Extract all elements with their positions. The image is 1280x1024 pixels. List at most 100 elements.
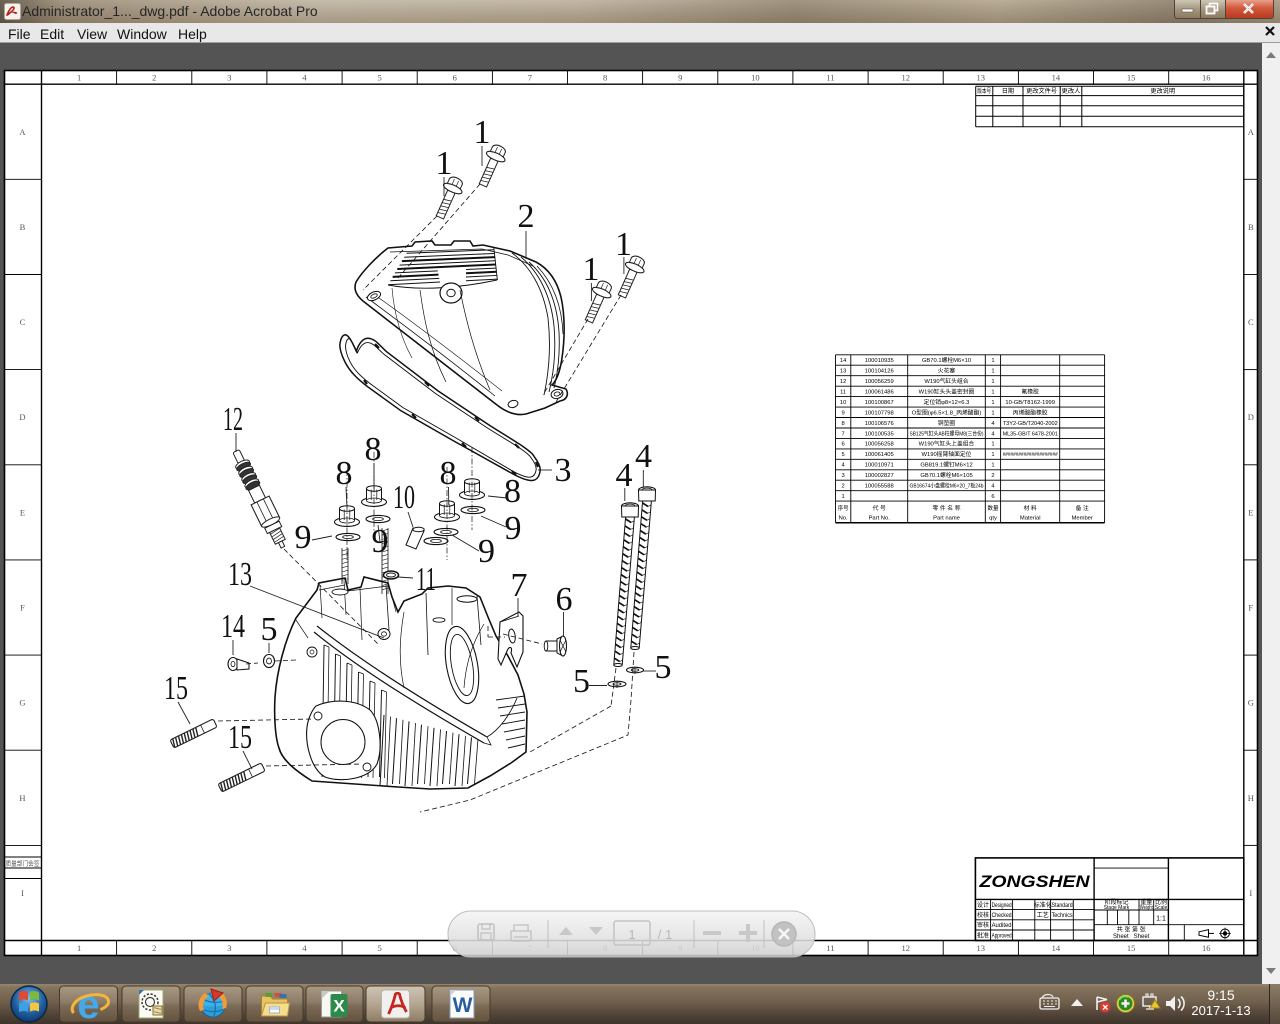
svg-text:11: 11 (826, 943, 834, 953)
svg-text:D: D (19, 412, 25, 422)
svg-text:定位销φ8×12×6.3: 定位销φ8×12×6.3 (924, 398, 970, 406)
svg-text:更改说明: 更改说明 (1150, 87, 1175, 95)
svg-text:1: 1 (991, 442, 994, 448)
svg-text:15: 15 (1127, 943, 1136, 953)
svg-text:6: 6 (453, 73, 457, 83)
svg-text:13: 13 (228, 556, 252, 593)
svg-text:2: 2 (991, 473, 994, 479)
svg-text:5: 5 (841, 452, 844, 458)
svg-text:1: 1 (436, 145, 453, 182)
svg-text:1: 1 (991, 400, 994, 406)
svg-text:1: 1 (991, 358, 994, 364)
svg-text:14: 14 (221, 608, 245, 645)
svg-text:更改人: 更改人 (1062, 87, 1081, 95)
svg-text:批准: 批准 (977, 932, 989, 940)
svg-text:5: 5 (573, 663, 590, 700)
svg-text:8: 8 (336, 455, 353, 492)
svg-text:10: 10 (393, 479, 415, 516)
svg-text:1: 1 (991, 410, 994, 416)
svg-text:#####################: ##################### (1003, 452, 1059, 458)
svg-text:No.: No. (839, 516, 848, 522)
svg-text:10: 10 (840, 400, 846, 406)
svg-text:Part name: Part name (933, 516, 960, 522)
svg-text:11: 11 (416, 561, 436, 598)
svg-text:Part No.: Part No. (869, 516, 891, 522)
svg-text:15: 15 (164, 670, 188, 707)
svg-text:5: 5 (377, 73, 381, 83)
svg-text:8: 8 (365, 431, 382, 468)
svg-text:5: 5 (261, 611, 278, 648)
svg-text:Scale: Scale (1155, 905, 1168, 911)
svg-text:1: 1 (77, 943, 81, 953)
svg-text:W190摇臂轴面定位: W190摇臂轴面定位 (922, 450, 972, 458)
svg-text:B: B (1248, 222, 1254, 232)
svg-text:4: 4 (635, 438, 652, 475)
svg-text:1: 1 (991, 379, 994, 385)
svg-text:SB125气缸头AB柱螺母M8(三台份): SB125气缸头AB柱螺母M8(三台份) (910, 429, 984, 437)
svg-text:T3Y2-GB/T2040-2002: T3Y2-GB/T2040-2002 (1003, 421, 1058, 427)
svg-text:16: 16 (1202, 73, 1211, 83)
svg-text:W190缸头头盖密封圈: W190缸头头盖密封圈 (919, 388, 975, 396)
svg-text:12: 12 (901, 943, 910, 953)
svg-text:ML35-GB/T 6478-2001: ML35-GB/T 6478-2001 (1003, 431, 1058, 437)
svg-text:/ 1: / 1 (658, 927, 672, 942)
svg-text:材 料: 材 料 (1024, 504, 1037, 512)
svg-text:Standard: Standard (1052, 903, 1073, 909)
svg-text:I: I (1249, 888, 1252, 898)
svg-text:1: 1 (77, 73, 81, 83)
svg-text:ZONGSHEN: ZONGSHEN (978, 872, 1090, 891)
svg-text:100056258: 100056258 (865, 442, 894, 448)
svg-text:E: E (20, 507, 25, 517)
svg-text:14: 14 (840, 358, 847, 364)
svg-text:100107798: 100107798 (865, 410, 894, 416)
svg-text:代 号: 代 号 (873, 504, 886, 512)
svg-text:7: 7 (528, 73, 532, 83)
svg-text:2: 2 (152, 943, 156, 953)
svg-text:6: 6 (556, 581, 573, 618)
svg-text:GB70.1螺栓M6×105: GB70.1螺栓M6×105 (920, 471, 972, 479)
svg-text:1: 1 (628, 927, 635, 942)
svg-text:7: 7 (511, 567, 528, 604)
svg-text:12: 12 (901, 73, 910, 83)
svg-text:GB70.1螺栓M6×10: GB70.1螺栓M6×10 (922, 356, 971, 364)
svg-text:100061486: 100061486 (865, 390, 894, 396)
svg-text:2: 2 (152, 73, 156, 83)
svg-text:Stage Mark: Stage Mark (1104, 905, 1130, 911)
svg-text:零 件 名 称: 零 件 名 称 (932, 504, 960, 512)
svg-text:C: C (1248, 317, 1254, 327)
svg-text:1: 1 (991, 463, 994, 469)
svg-text:e: e (77, 984, 99, 1024)
svg-text:D: D (1248, 412, 1254, 422)
svg-text:8: 8 (841, 421, 844, 427)
svg-text:1:1: 1:1 (1156, 916, 1166, 923)
svg-text:序号: 序号 (838, 504, 849, 512)
svg-text:共 张 第 张: 共 张 第 张 (1117, 926, 1146, 934)
svg-text:1: 1 (841, 494, 844, 500)
svg-text:9: 9 (678, 73, 682, 83)
svg-text:3: 3 (227, 73, 231, 83)
svg-text:校核: 校核 (977, 911, 989, 919)
svg-text:12: 12 (840, 379, 846, 385)
svg-text:审核: 审核 (977, 921, 989, 929)
svg-text:3: 3 (841, 473, 844, 479)
svg-text:W190气缸头组合: W190气缸头组合 (924, 377, 968, 385)
svg-text:GB16674小盘螺栓M6×20_7板24b: GB16674小盘螺栓M6×20_7板24b (910, 482, 984, 490)
svg-text:13: 13 (840, 369, 846, 375)
svg-text:2: 2 (841, 484, 844, 490)
svg-text:15: 15 (228, 719, 252, 756)
svg-text:6: 6 (841, 442, 844, 448)
svg-text:H: H (19, 793, 25, 803)
svg-text:Approved: Approved (992, 934, 1012, 940)
svg-text:Audited: Audited (992, 923, 1012, 929)
svg-text:A: A (19, 127, 26, 137)
svg-text:火花塞: 火花塞 (938, 367, 956, 375)
svg-text:Member: Member (1072, 516, 1093, 522)
svg-text:GB819.1螺钉M6×12: GB819.1螺钉M6×12 (920, 461, 972, 469)
svg-text:15: 15 (1127, 73, 1136, 83)
svg-text:100002827: 100002827 (865, 473, 894, 479)
svg-text:日期: 日期 (1002, 87, 1014, 95)
svg-text:100106576: 100106576 (865, 421, 894, 427)
svg-text:铜垫圈: 铜垫圈 (938, 419, 956, 427)
svg-text:氟橡胶: 氟橡胶 (1021, 388, 1039, 396)
svg-text:Sheet Sheet: Sheet Sheet (1113, 934, 1150, 940)
